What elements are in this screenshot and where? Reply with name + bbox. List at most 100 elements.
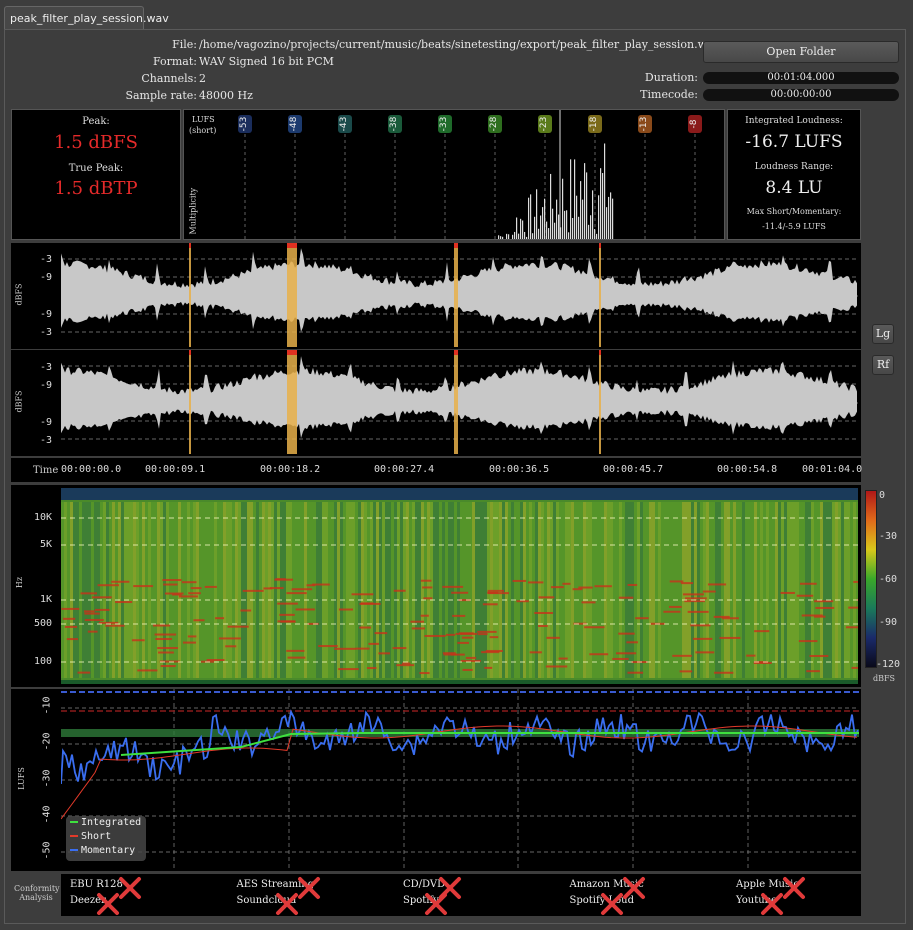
- waveform-ylabel-bottom: dBFS: [14, 390, 24, 413]
- loudness-panel: Integrated Loudness: -16.7 LUFS Loudness…: [727, 109, 861, 240]
- cross-icon: [783, 877, 805, 899]
- histogram-marker--28: -28: [488, 115, 502, 239]
- peak-value: 1.5 dBFS: [54, 132, 138, 153]
- max-short-momentary-value: -11.4/-5.9 LUFS: [762, 222, 826, 231]
- true-peak-label: True Peak:: [68, 163, 124, 174]
- histogram-marker--53: -53: [238, 115, 252, 239]
- cross-icon: [622, 877, 645, 899]
- duration-label: Duration:: [644, 71, 698, 84]
- spectrogram-ylabel: Hz: [15, 576, 25, 589]
- scale-tick-0: 0: [879, 490, 886, 501]
- cross-icon: [761, 893, 783, 915]
- cross-icon: [425, 893, 447, 915]
- scale-tick-120: -120: [876, 659, 901, 670]
- timeline-tick-2: 00:00:18.2: [260, 464, 321, 475]
- svg-text:-53: -53: [239, 117, 249, 132]
- waveform-ylabel-top: dBFS: [14, 283, 24, 306]
- cross-icon: [600, 893, 623, 915]
- file-tab[interactable]: peak_filter_play_session.wav: [4, 6, 169, 30]
- integrated-loudness-value: -16.7 LUFS: [745, 132, 843, 152]
- peak-panel: Peak: 1.5 dBFS True Peak: 1.5 dBTP: [11, 109, 181, 240]
- timeline-tick-4: 00:00:36.5: [489, 464, 550, 475]
- lufs-tick-50: -50: [41, 841, 53, 860]
- timecode-label: Timecode:: [640, 88, 698, 101]
- file-value: /home/vagozino/projects/current/music/be…: [199, 38, 720, 51]
- spec-tick-10k: 10K: [34, 512, 53, 523]
- momentary-line: [61, 709, 859, 785]
- lufs-tick-40: -40: [41, 805, 53, 824]
- svg-text:-8: -8: [689, 119, 699, 128]
- rf-button[interactable]: Rf: [872, 355, 894, 375]
- time-label: Time: [33, 465, 59, 476]
- wave-tick-2: -9: [40, 272, 53, 283]
- svg-text:-33: -33: [439, 117, 449, 132]
- scale-tick-30: -30: [879, 531, 898, 542]
- histogram-bars: [498, 143, 614, 239]
- timecode-field: 00:00:00:00: [703, 89, 899, 101]
- cross-icon: [97, 893, 119, 915]
- spec-tick-1k: 1K: [40, 594, 53, 605]
- histogram-marker--38: -38: [388, 115, 402, 239]
- cross-icon: [297, 877, 320, 899]
- max-short-momentary-label: Max Short/Momentary:: [746, 207, 842, 216]
- loudness-range-label: Loudness Range:: [754, 162, 834, 172]
- histogram-marker--48: -48: [288, 115, 302, 239]
- wave-tick-1: -3: [40, 254, 53, 265]
- spectrogram-columns: [61, 502, 858, 678]
- timeline-tick-6: 00:00:54.8: [717, 464, 778, 475]
- peak-label: Peak:: [82, 116, 110, 127]
- loudness-histogram: LUFS (short) Multiplicity -53 -48 -43 -38 -3…: [183, 109, 725, 240]
- scale-unit: dBFS: [873, 674, 896, 683]
- waveform-channel-2: [61, 350, 858, 454]
- wave-tick-3: -9: [40, 309, 53, 320]
- scale-tick-60: -60: [879, 574, 898, 585]
- timeline-tick-3: 00:00:27.4: [374, 464, 435, 475]
- loudness-range-value: 8.4 LU: [765, 178, 823, 198]
- spec-tick-5k: 5K: [40, 539, 53, 550]
- open-folder-button[interactable]: Open Folder: [703, 41, 899, 63]
- timeline-tick-7: 00:01:04.0: [802, 464, 863, 475]
- svg-text:-28: -28: [489, 116, 499, 131]
- legend-integrated: Integrated: [66, 816, 146, 830]
- legend-short: Short: [66, 830, 146, 844]
- format-label: Format:: [152, 55, 197, 68]
- histogram-plot: -53 -48 -43 -38 -33 -28 -23 -18 -13 -8: [238, 110, 702, 239]
- svg-text:-43: -43: [339, 117, 349, 132]
- spec-tick-500: 500: [34, 618, 53, 629]
- lufs-tick-20: -20: [41, 732, 53, 751]
- spec-tick-100: 100: [34, 656, 53, 667]
- wave-tick-6: -9: [40, 380, 53, 391]
- svg-text:-48: -48: [289, 116, 299, 131]
- loudness-graph-ylabel: LUFS: [16, 767, 26, 790]
- timeline-tick-0: 00:00:00.0: [61, 464, 122, 475]
- histogram-marker--8: -8: [688, 115, 702, 239]
- loudness-graph-plot: [61, 689, 859, 871]
- dbfs-color-scale: [865, 490, 877, 668]
- legend-momentary: Momentary: [66, 844, 146, 858]
- waveform-plot: [61, 243, 858, 454]
- integrated-loudness-label: Integrated Loudness:: [745, 116, 843, 126]
- svg-text:-13: -13: [639, 117, 649, 132]
- spectrogram-plot: [61, 488, 858, 684]
- channels-label: Channels:: [141, 72, 197, 85]
- cross-icon: [119, 877, 141, 899]
- timeline-tick-5: 00:00:45.7: [603, 464, 664, 475]
- wave-tick-5: -3: [40, 362, 53, 373]
- lufs-tick-30: -30: [41, 769, 53, 788]
- scale-tick-90: -90: [879, 617, 898, 628]
- svg-text:-18: -18: [589, 116, 599, 131]
- timeline-tick-1: 00:00:09.1: [145, 464, 206, 475]
- duration-field: 00:01:04.000: [703, 72, 899, 84]
- svg-text:-38: -38: [389, 116, 399, 131]
- wave-tick-4: -3: [40, 327, 53, 338]
- conformity-top-label: EBU R128: [70, 879, 123, 890]
- histogram-marker--33: -33: [438, 115, 452, 239]
- sample-rate-label: Sample rate:: [125, 89, 197, 102]
- lg-button[interactable]: Lg: [872, 324, 894, 344]
- loudness-legend: Integrated Short Momentary: [66, 816, 146, 861]
- channels-value: 2: [199, 72, 206, 85]
- conformity-title: Conformity Analysis: [14, 884, 60, 902]
- format-value: WAV Signed 16 bit PCM: [199, 55, 334, 68]
- wave-tick-8: -3: [40, 435, 53, 446]
- svg-text:-23: -23: [539, 117, 549, 132]
